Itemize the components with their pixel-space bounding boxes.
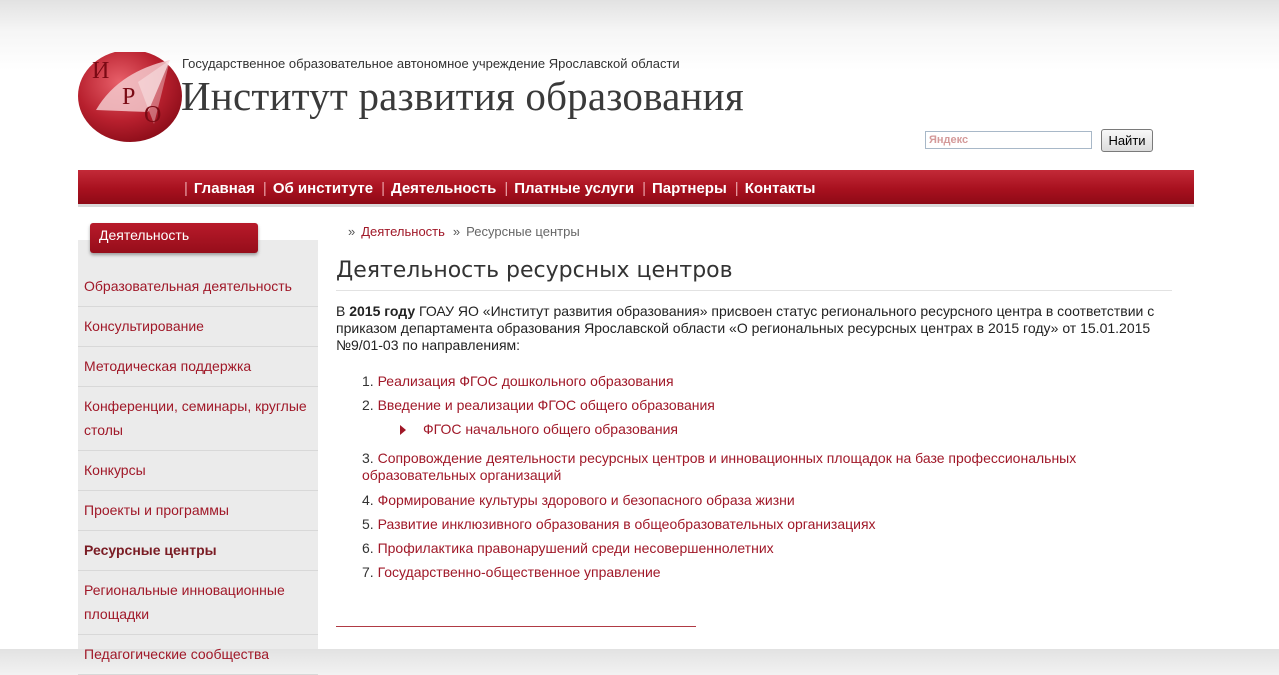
breadcrumb-current: Ресурсные центры [466,224,580,239]
nav-separator: | [734,180,739,197]
logo-letter-2: Р [122,84,135,110]
list-number: 6. [362,540,374,556]
nav-item-home[interactable]: Главная [194,180,255,197]
nav-separator: | [504,180,509,197]
list-number: 2. [362,397,374,413]
nav-item-partners[interactable]: Партнеры [652,180,727,197]
sidebar-item-contests[interactable]: Конкурсы [78,451,318,491]
nav-item-about[interactable]: Об институте [273,180,373,197]
list-link[interactable]: Реализация ФГОС дошкольного образования [378,373,674,389]
nav-separator: | [381,180,385,197]
logo-letter-3: О [144,102,161,128]
nav-item-activity[interactable]: Деятельность [391,180,496,197]
page-title: Деятельность ресурсных центров [336,258,733,283]
sidebar-item-innovation-sites[interactable]: Региональные инновационные площадки [78,571,318,635]
main-nav: | Главная | Об институте | Деятельность | Пл… [78,170,1194,207]
nav-separator: | [642,180,646,197]
list-number: 3. [362,450,374,466]
list-link[interactable]: Государственно-общественное управление [378,564,661,580]
site-title[interactable]: Институт развития образования [181,72,744,120]
list-link[interactable]: Формирование культуры здорового и безопа… [378,492,795,508]
list-number: 4. [362,492,374,508]
intro-paragraph: В 2015 году ГОАУ ЯО «Институт развития о… [336,303,1181,354]
list-link[interactable]: Сопровождение деятельности ресурсных цен… [362,450,1076,483]
content-divider [336,626,696,627]
nav-item-paid-services[interactable]: Платные услуги [514,180,634,197]
list-item[interactable]: 1. Реализация ФГОС дошкольного образован… [362,373,674,390]
intro-year: 2015 году [349,303,416,319]
intro-prefix: В [336,303,350,319]
sidebar-item-ped-communities[interactable]: Педагогические сообщества [78,635,318,675]
search-input[interactable] [925,131,1092,149]
list-item[interactable]: 5. Развитие инклюзивного образования в о… [362,516,876,533]
intro-text: ГОАУ ЯО «Институт развития образования» … [336,303,1155,353]
sidebar-menu: Образовательная деятельность Консультиро… [78,267,318,675]
nav-separator: | [184,180,188,197]
sidebar-item-consulting[interactable]: Консультирование [78,307,318,347]
list-item[interactable]: 6. Профилактика правонарушений среди нес… [362,540,774,557]
sidebar-item-resource-centers[interactable]: Ресурсные центры [78,531,318,571]
sidebar-item-methodical-support[interactable]: Методическая поддержка [78,347,318,387]
list-item[interactable]: 7. Государственно-общественное управлени… [362,564,661,581]
title-divider [336,290,1172,291]
nav-item-contacts[interactable]: Контакты [745,180,816,197]
list-number: 7. [362,564,374,580]
list-link[interactable]: Развитие инклюзивного образования в обще… [378,516,876,532]
breadcrumb-link[interactable]: Деятельность [361,224,445,239]
logo-emblem-icon: И Р О [78,50,182,142]
list-link[interactable]: Профилактика правонарушений среди несове… [378,540,774,556]
list-item[interactable]: 2. Введение и реализации ФГОС общего обр… [362,397,715,414]
sidebar-item-educational-activity[interactable]: Образовательная деятельность [78,267,318,307]
list-item[interactable]: 4. Формирование культуры здорового и без… [362,492,795,509]
list-number: 5. [362,516,374,532]
sidebar-tab[interactable]: Деятельность [90,223,258,253]
triangle-bullet-icon [400,425,406,435]
org-line: Государственное образовательное автономн… [182,56,680,71]
list-item[interactable]: 3. Сопровождение деятельности ресурсных … [362,450,1082,484]
sub-list-item[interactable]: ФГОС начального общего образования [400,421,678,437]
nav-separator: | [262,180,267,197]
sub-list-link[interactable]: ФГОС начального общего образования [423,421,678,437]
logo-letter-1: И [92,58,109,84]
breadcrumb-separator: » [348,224,356,239]
list-number: 1. [362,373,374,389]
list-link[interactable]: Введение и реализации ФГОС общего образо… [378,397,715,413]
breadcrumb-separator: » [452,224,461,239]
logo[interactable]: И Р О [78,50,184,144]
search-button[interactable]: Найти [1101,129,1153,152]
sidebar-item-conferences[interactable]: Конференции, семинары, круглые столы [78,387,318,451]
breadcrumb: » Деятельность » Ресурсные центры [348,224,580,239]
sidebar-item-projects[interactable]: Проекты и программы [78,491,318,531]
